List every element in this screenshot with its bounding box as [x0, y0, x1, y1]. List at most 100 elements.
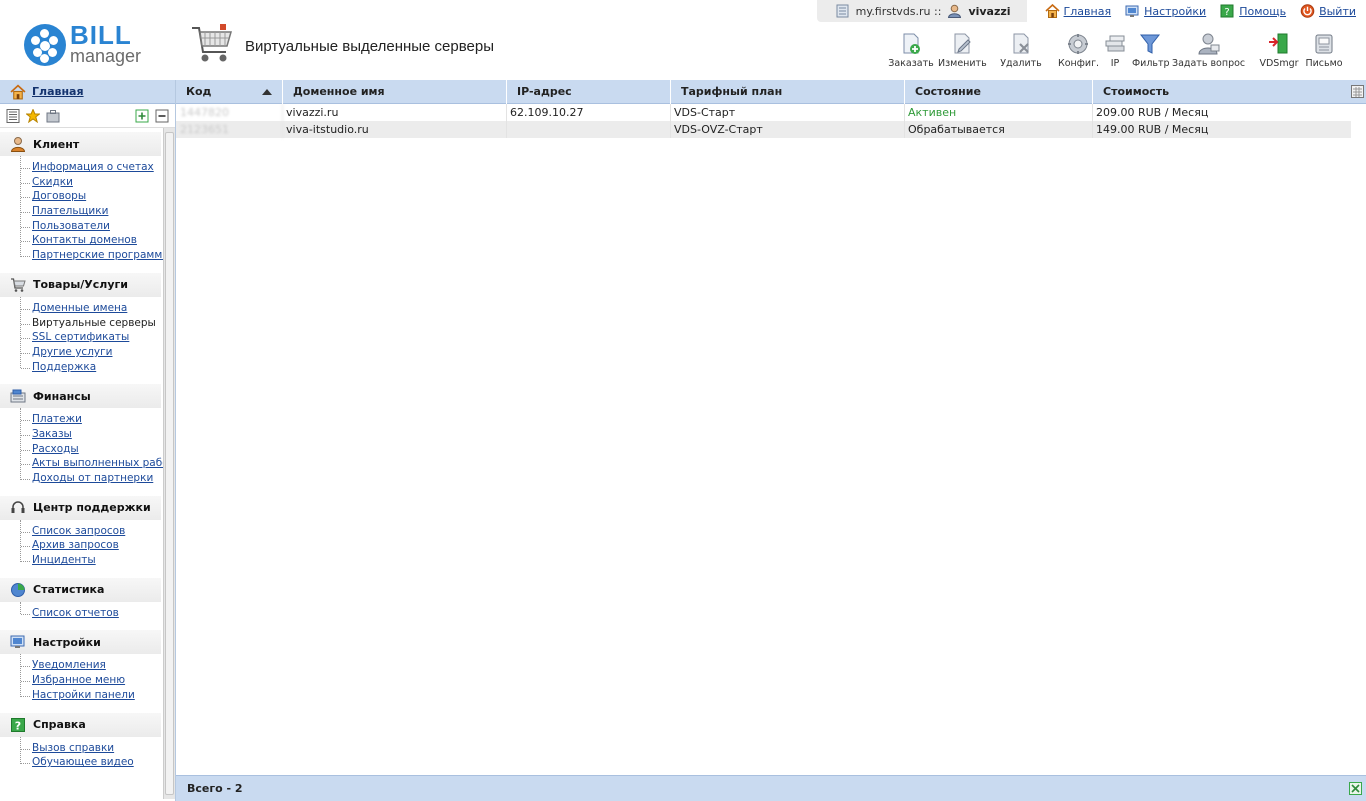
order-button[interactable]: Заказать: [888, 32, 934, 72]
column-header-domain[interactable]: Доменное имя: [283, 80, 507, 104]
billmanager-logo[interactable]: BILL manager: [24, 20, 154, 70]
sidebar-item-orders[interactable]: Заказы: [18, 427, 175, 442]
column-header-label: Тарифный план: [681, 85, 783, 98]
favorites-star-icon[interactable]: [26, 108, 40, 123]
sidebar-item-partner-income[interactable]: Доходы от партнерки: [18, 471, 175, 486]
sidebar-item-accounts-info[interactable]: Информация о счетах: [18, 160, 175, 175]
vdsmgr-button[interactable]: VDSmgr: [1258, 32, 1300, 72]
sidebar-item-discounts[interactable]: Скидки: [18, 175, 175, 190]
sidebar-scrollbar[interactable]: [163, 128, 175, 799]
sidebar-item-request-list[interactable]: Список запросов: [18, 524, 175, 539]
collapse-all-icon[interactable]: [155, 109, 169, 123]
config-button[interactable]: Конфиг.: [1058, 32, 1099, 72]
menu-group-header[interactable]: ? Справка: [0, 712, 161, 737]
scrollbar-thumb[interactable]: [165, 132, 174, 795]
column-header-cost[interactable]: Стоимость: [1093, 80, 1351, 104]
logo-mark-icon: [24, 24, 66, 66]
vdsmgr-button-label: VDSmgr: [1259, 58, 1299, 69]
column-header-label: Доменное имя: [293, 85, 385, 98]
sidebar-item-payments[interactable]: Платежи: [18, 412, 175, 427]
menu-group-header[interactable]: Статистика: [0, 577, 161, 602]
table-row[interactable]: 2123651 viva-itstudio.ru VDS-OVZ-Старт О…: [176, 121, 1351, 138]
sidebar-item-payers[interactable]: Плательщики: [18, 204, 175, 219]
cell-plan: VDS-OVZ-Старт: [671, 121, 905, 138]
cell-ip: 62.109.10.27: [507, 104, 671, 121]
menu-group-header[interactable]: Финансы: [0, 384, 161, 409]
home-link[interactable]: Главная: [1045, 4, 1112, 18]
sort-ascending-icon: [262, 89, 272, 95]
column-header-code[interactable]: Код: [176, 80, 283, 104]
sidebar-item-panel-settings[interactable]: Настройки панели: [18, 688, 175, 703]
sidebar-item-training-video[interactable]: Обучающее видео: [18, 755, 175, 770]
edit-button-label: Изменить: [938, 58, 987, 69]
sidebar-item-call-help[interactable]: Вызов справки: [18, 741, 175, 756]
client-icon: [10, 137, 26, 152]
ask-question-icon: [1198, 33, 1220, 55]
sidebar-item-users[interactable]: Пользователи: [18, 219, 175, 234]
menu-group-title: Клиент: [33, 137, 80, 151]
menu-group-header[interactable]: Центр поддержки: [0, 495, 161, 520]
column-header-ip[interactable]: IP-адрес: [507, 80, 671, 104]
sidebar-item-domain-names[interactable]: Доменные имена: [18, 301, 175, 316]
export-excel-icon[interactable]: [1349, 782, 1362, 795]
sidebar-item-partner-programs[interactable]: Партнерские программы: [18, 248, 175, 263]
headset-icon: [11, 501, 25, 513]
sidebar-item-domain-contacts[interactable]: Контакты доменов: [18, 233, 175, 248]
menu-group-products: Товары/Услуги Доменные имена Виртуальные…: [0, 272, 175, 380]
sidebar-item-other-services[interactable]: Другие услуги: [18, 345, 175, 360]
column-header-plan[interactable]: Тарифный план: [671, 80, 905, 104]
table-header: Код Доменное имя IP-адрес Тарифный план …: [176, 80, 1366, 104]
column-header-status[interactable]: Состояние: [905, 80, 1093, 104]
menu-list-icon[interactable]: [6, 108, 20, 123]
filter-button[interactable]: Фильтр: [1132, 32, 1170, 72]
edit-icon: [954, 33, 971, 54]
menu-group-header[interactable]: Клиент: [0, 132, 161, 156]
sidebar-item-favorite-menu[interactable]: Избранное меню: [18, 673, 175, 688]
stats-icon: [11, 582, 25, 597]
cell-status: Активен: [905, 104, 1093, 121]
ip-button[interactable]: IP: [1102, 32, 1128, 72]
servers-table: Код Доменное имя IP-адрес Тарифный план …: [176, 80, 1366, 801]
menu-group-title: Товары/Услуги: [33, 278, 128, 292]
home-icon: [10, 83, 26, 99]
column-header-label: Стоимость: [1103, 85, 1170, 98]
logo-manager-text: manager: [70, 46, 142, 66]
top-links: Главная Настройки ? Помощь Выйти: [1027, 4, 1366, 18]
sidebar-home-link[interactable]: Главная: [32, 85, 84, 98]
ask-question-button[interactable]: Задать вопрос: [1172, 32, 1245, 72]
sidebar-item-contracts[interactable]: Договоры: [18, 189, 175, 204]
table-row[interactable]: 1447820 vivazzi.ru 62.109.10.27 VDS-Стар…: [176, 104, 1351, 121]
sidebar-item-work-acts[interactable]: Акты выполненных работ: [18, 456, 175, 471]
logout-link[interactable]: Выйти: [1300, 4, 1356, 18]
settings-link[interactable]: Настройки: [1125, 4, 1206, 18]
menu-group-help: ? Справка Вызов справки Обучающее видео: [0, 712, 175, 776]
home-link-label: Главная: [1063, 4, 1112, 18]
menu-group-client: Клиент Информация о счетах Скидки Догово…: [0, 132, 175, 269]
column-header-label: Состояние: [915, 85, 981, 98]
menu-group-header[interactable]: Товары/Услуги: [0, 272, 161, 297]
help-link[interactable]: ? Помощь: [1220, 4, 1286, 18]
sidebar-item-incidents[interactable]: Инциденты: [18, 553, 175, 568]
logout-link-label: Выйти: [1319, 4, 1356, 18]
help-icon: ?: [11, 717, 25, 732]
ip-icon: [1105, 35, 1125, 52]
sidebar-item-support[interactable]: Поддержка: [18, 360, 175, 375]
edit-button[interactable]: Изменить: [938, 32, 987, 72]
settings-icon: [1125, 5, 1139, 17]
header: BILL manager Виртуальные выделенные серв…: [0, 0, 1366, 80]
sidebar-item-request-archive[interactable]: Архив запросов: [18, 538, 175, 553]
sidebar-item-report-list[interactable]: Список отчетов: [18, 606, 175, 621]
cell-cost: 149.00 RUB / Месяц: [1096, 123, 1209, 136]
briefcase-icon[interactable]: [46, 109, 60, 123]
sidebar-item-notifications[interactable]: Уведомления: [18, 658, 175, 673]
sidebar-item-ssl-certificates[interactable]: SSL сертификаты: [18, 330, 175, 345]
top-bar: my.firstvds.ru :: vivazzi Главная Настро…: [816, 0, 1366, 22]
sidebar-item-virtual-servers[interactable]: Виртуальные серверы: [18, 316, 175, 331]
column-settings-icon[interactable]: [1351, 85, 1364, 98]
letter-button[interactable]: Письмо: [1304, 32, 1344, 72]
menu-group-header[interactable]: Настройки: [0, 630, 161, 655]
expand-all-icon[interactable]: [135, 109, 149, 123]
delete-button[interactable]: Удалить: [998, 32, 1044, 72]
sidebar-item-expenses[interactable]: Расходы: [18, 442, 175, 457]
menu-group-title: Статистика: [33, 583, 105, 597]
